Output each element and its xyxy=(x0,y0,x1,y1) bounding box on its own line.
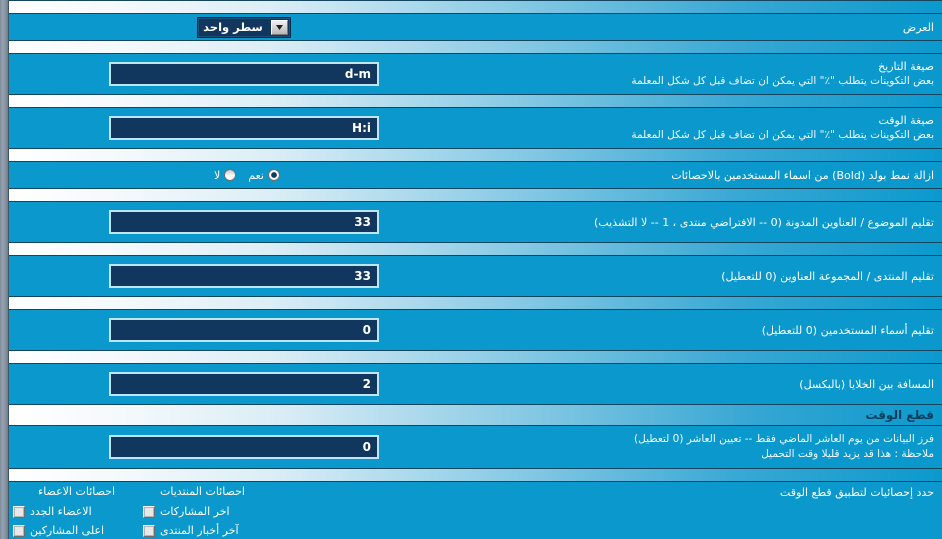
row-time-format: صيغة الوقت بعض التكوينات يتطلب "٪" التي … xyxy=(9,108,942,148)
checkbox-icon[interactable] xyxy=(13,524,25,537)
row-display: العرض سطر واحد xyxy=(9,14,942,40)
trim-username-title: تقليم أسماء المستخدمين (0 للتعطيل) xyxy=(761,323,934,337)
separator-8 xyxy=(9,468,942,482)
date-format-title: صيغة التاريخ xyxy=(878,60,934,73)
row-trim-topic: تقليم الموضوع / العناوين المدونة (0 -- ا… xyxy=(9,202,942,242)
stats-column-members: احصائات الاعضاء الاعضاء الجدد اعلى المشا… xyxy=(9,485,139,539)
bold-removal-label-cell: ازالة نمط بولد (Bold) من اسماء المستخدمي… xyxy=(479,168,942,183)
bold-removal-option-yes[interactable]: نعم xyxy=(248,169,280,182)
bold-removal-option-no[interactable]: لا xyxy=(214,168,237,182)
trim-topic-control-cell xyxy=(9,210,479,234)
bold-removal-radio-group: نعم لا xyxy=(208,169,280,182)
separator-3 xyxy=(9,148,942,162)
date-format-desc: بعض التكوينات يتطلب "٪" التي يمكن ان تضا… xyxy=(631,75,934,87)
radio-selected-icon[interactable] xyxy=(268,169,280,181)
trim-username-input[interactable] xyxy=(109,318,379,342)
display-label: العرض xyxy=(902,20,934,34)
display-control-cell: سطر واحد xyxy=(9,17,479,37)
list-item-label: اخر المشاركات xyxy=(160,505,230,518)
stats-column-members-heading: احصائات الاعضاء xyxy=(38,485,115,498)
cell-spacing-title: المسافة بين الخلايا (بالبكسل) xyxy=(799,377,934,391)
time-format-control-cell xyxy=(9,116,479,140)
bold-removal-option-no-label: لا xyxy=(214,168,221,182)
checkbox-icon[interactable] xyxy=(143,505,155,518)
time-format-title: صيغة الوقت xyxy=(878,114,934,127)
list-item[interactable]: آخر أخبار المنتدى xyxy=(143,521,265,539)
list-item-label: اعلى المشاركين xyxy=(30,524,105,537)
display-select[interactable]: سطر واحد xyxy=(198,17,290,37)
trim-topic-label-cell: تقليم الموضوع / العناوين المدونة (0 -- ا… xyxy=(479,215,942,230)
cell-spacing-label-cell: المسافة بين الخلايا (بالبكسل) xyxy=(479,377,942,392)
list-item[interactable]: اعلى المشاركين xyxy=(13,521,135,539)
settings-content: العرض سطر واحد صيغة التاريخ بعض التكوينا… xyxy=(9,0,942,539)
separator-4 xyxy=(9,188,942,202)
separator-1 xyxy=(9,40,942,54)
row-bold-removal: ازالة نمط بولد (Bold) من اسماء المستخدمي… xyxy=(9,162,942,188)
time-format-input[interactable] xyxy=(109,116,379,140)
timecut-desc-line1: فرز البيانات من يوم العاشر الماضي فقط --… xyxy=(634,433,934,445)
bold-removal-control-cell: نعم لا xyxy=(9,169,479,182)
list-item[interactable]: اخر المشاركات xyxy=(143,502,265,521)
separator-6 xyxy=(9,296,942,310)
radio-unselected-icon[interactable] xyxy=(224,169,237,181)
checkbox-icon[interactable] xyxy=(143,524,155,537)
trim-forum-label-cell: تقليم المنتدى / المجموعة العناوين (0 للت… xyxy=(479,269,942,284)
chevron-down-icon[interactable] xyxy=(270,19,288,35)
stats-column-forums-heading: احصائات المنتديات xyxy=(160,485,245,498)
separator-7 xyxy=(9,350,942,364)
time-format-desc: بعض التكوينات يتطلب "٪" التي يمكن ان تضا… xyxy=(631,129,934,141)
separator-5 xyxy=(9,242,942,256)
trim-forum-title: تقليم المنتدى / المجموعة العناوين (0 للت… xyxy=(721,269,934,283)
row-trim-forum: تقليم المنتدى / المجموعة العناوين (0 للت… xyxy=(9,256,942,296)
cell-spacing-input[interactable] xyxy=(109,372,379,396)
stats-column-forums: احصائات المنتديات اخر المشاركات آخر أخبا… xyxy=(139,485,269,539)
trim-username-control-cell xyxy=(9,318,479,342)
trim-topic-input[interactable] xyxy=(109,210,379,234)
separator-2 xyxy=(9,94,942,108)
display-select-value: سطر واحد xyxy=(203,20,263,34)
section-header-timecut: قطع الوقت xyxy=(9,404,942,426)
row-date-format: صيغة التاريخ بعض التكوينات يتطلب "٪" الت… xyxy=(9,54,942,94)
bold-removal-option-yes-label: نعم xyxy=(248,168,264,182)
left-scrollbar-strip[interactable] xyxy=(0,0,9,539)
section-header-timecut-title: قطع الوقت xyxy=(865,408,934,422)
separator-top xyxy=(9,0,942,14)
row-timecut-value: فرز البيانات من يوم العاشر الماضي فقط --… xyxy=(9,426,942,468)
trim-username-label-cell: تقليم أسماء المستخدمين (0 للتعطيل) xyxy=(479,323,942,338)
date-format-control-cell xyxy=(9,62,479,86)
timecut-desc-line2: ملاحظة : هذا قد يزيد قليلا وقت التحميل xyxy=(761,448,934,460)
stats-selection-area: حدد إحصائيات لتطبيق قطع الوقت احصائات ال… xyxy=(9,482,942,539)
trim-forum-input[interactable] xyxy=(109,264,379,288)
stats-selection-label: حدد إحصائيات لتطبيق قطع الوقت xyxy=(779,486,934,499)
trim-topic-title: تقليم الموضوع / العناوين المدونة (0 -- ا… xyxy=(594,215,934,229)
time-format-label-cell: صيغة الوقت بعض التكوينات يتطلب "٪" التي … xyxy=(479,113,942,143)
timecut-control-cell xyxy=(9,435,479,459)
bold-removal-title: ازالة نمط بولد (Bold) من اسماء المستخدمي… xyxy=(671,168,934,182)
list-item-label: آخر أخبار المنتدى xyxy=(160,524,239,537)
date-format-label-cell: صيغة التاريخ بعض التكوينات يتطلب "٪" الت… xyxy=(479,59,942,89)
display-label-cell: العرض xyxy=(479,20,942,35)
settings-page: العرض سطر واحد صيغة التاريخ بعض التكوينا… xyxy=(0,0,942,539)
checkbox-icon[interactable] xyxy=(13,505,25,518)
row-trim-username: تقليم أسماء المستخدمين (0 للتعطيل) xyxy=(9,310,942,350)
trim-forum-control-cell xyxy=(9,264,479,288)
date-format-input[interactable] xyxy=(109,62,379,86)
timecut-input[interactable] xyxy=(109,435,379,459)
cell-spacing-control-cell xyxy=(9,372,479,396)
list-item[interactable]: الاعضاء الجدد xyxy=(13,502,135,521)
timecut-label-cell: فرز البيانات من يوم العاشر الماضي فقط --… xyxy=(479,432,942,462)
row-cell-spacing: المسافة بين الخلايا (بالبكسل) xyxy=(9,364,942,404)
list-item-label: الاعضاء الجدد xyxy=(30,505,92,518)
